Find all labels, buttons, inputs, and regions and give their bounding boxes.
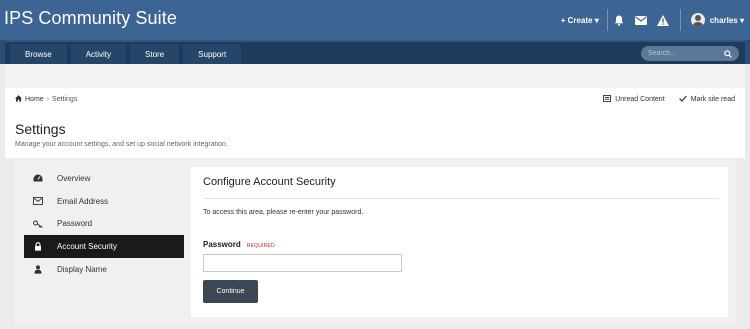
content-band [5,64,745,88]
envelope-icon[interactable] [630,0,652,40]
nav-tabs: Browse Activity Store Support [10,44,245,64]
sidebar-item-label: Overview [57,173,91,183]
search-box [641,46,739,61]
bell-icon[interactable] [608,0,630,40]
account-security-panel: Configure Account Security To access thi… [191,167,728,317]
required-badge: REQUIRED [246,243,275,249]
divider [203,198,719,199]
user-bar: + Create ▾ charles ▾ [561,0,750,40]
sidebar-item-overview[interactable]: Overview [24,167,184,190]
page-title: Settings [15,121,66,137]
unread-content-link[interactable]: Unread Content [615,96,664,103]
continue-button[interactable]: Continue [203,280,258,303]
password-label: Password [203,240,241,249]
panel-title: Configure Account Security [203,176,336,188]
sidebar-item-label: Account Security [57,241,118,251]
nav-bar: Browse Activity Store Support [0,40,750,64]
user-icon [33,264,43,274]
breadcrumb-separator: › [46,96,50,103]
unread-icon [603,95,612,104]
panel-description: To access this area, please re-enter you… [203,209,364,216]
page-subtitle: Manage your account settings, and set up… [15,141,228,148]
nav-strip: Browse Activity Store Support [5,40,745,64]
password-field[interactable] [203,254,402,272]
page-header: Settings Manage your account settings, a… [5,110,745,158]
key-icon [33,219,43,229]
tab-browse[interactable]: Browse [10,44,67,64]
avatar[interactable] [690,13,705,27]
site-title[interactable]: IPS Community Suite [4,8,177,29]
sidebar-item-label: Email Address [57,196,109,206]
site-header: IPS Community Suite + Create ▾ charles ▾ [0,0,750,40]
search-icon[interactable] [724,49,732,58]
sidebar-item-email[interactable]: Email Address [24,190,184,213]
divider [679,9,681,31]
user-menu[interactable]: charles ▾ [710,16,744,25]
create-button[interactable]: + Create ▾ [561,16,599,25]
lock-icon [33,241,43,251]
breadcrumb: Home › Settings Unread Content Mark site… [5,88,745,110]
sidebar-item-label: Display Name [57,264,107,274]
sidebar-item-password[interactable]: Password [24,212,184,235]
tab-support[interactable]: Support [183,44,242,64]
tab-activity[interactable]: Activity [70,44,127,64]
dashboard-icon [33,173,43,183]
home-icon[interactable] [15,95,22,104]
mark-site-read-link[interactable]: Mark site read [691,96,735,103]
breadcrumb-home[interactable]: Home [25,96,44,103]
breadcrumb-current: Settings [52,96,78,103]
warning-icon[interactable] [652,0,674,40]
checkmark-icon [678,95,687,104]
envelope-icon [33,196,43,206]
sidebar-item-label: Password [57,219,93,229]
sidebar-item-account-security[interactable]: Account Security [24,235,184,258]
sidebar-item-display-name[interactable]: Display Name [24,258,184,281]
settings-content: Overview Email Address Password Account … [14,159,736,324]
settings-sidebar: Overview Email Address Password Account … [24,167,184,280]
password-field-label: Password REQUIRED [203,240,275,249]
tab-store[interactable]: Store [130,44,180,64]
search-input[interactable] [648,50,722,57]
